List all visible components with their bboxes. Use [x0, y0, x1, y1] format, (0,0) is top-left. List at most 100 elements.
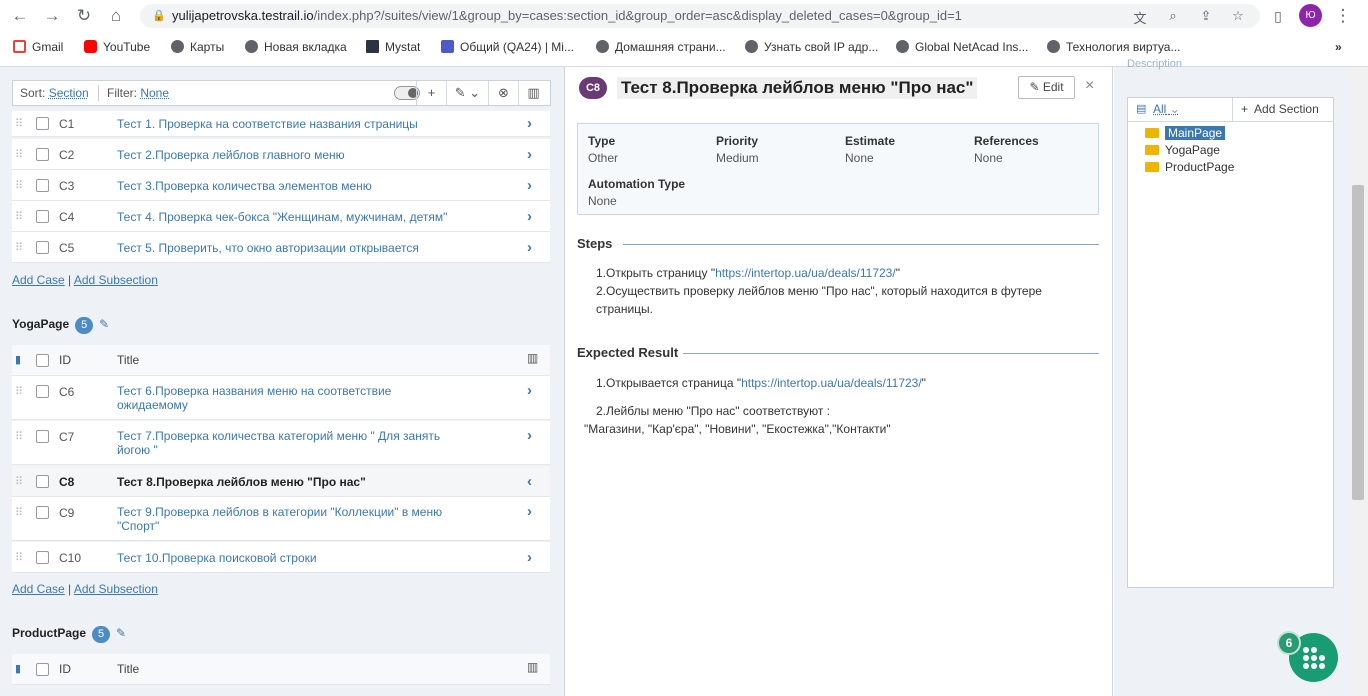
- bookmark-new-tab[interactable]: Новая вкладка: [245, 40, 347, 54]
- case-title[interactable]: Тест 5. Проверить, что окно авторизации …: [117, 241, 517, 255]
- close-icon[interactable]: ×: [1085, 77, 1094, 95]
- case-title[interactable]: Тест 2.Проверка лейблов главного меню: [117, 148, 462, 162]
- drag-handle-icon[interactable]: ⠿: [15, 179, 23, 192]
- add-subsection-link[interactable]: Add Subsection: [74, 273, 158, 287]
- tree-node-yogapage[interactable]: YogaPage: [1145, 143, 1220, 157]
- add-case-link[interactable]: Add Case: [12, 273, 65, 287]
- select-all-checkbox[interactable]: [36, 354, 49, 367]
- profile-avatar[interactable]: Ю: [1299, 4, 1322, 27]
- bookmark-virtual[interactable]: Технология виртуа...: [1047, 40, 1181, 54]
- select-all-marker-icon[interactable]: ▮: [15, 353, 21, 366]
- case-title[interactable]: Тест 4. Проверка чек-бокса "Женщинам, му…: [117, 210, 517, 224]
- column-header-title[interactable]: Title: [117, 353, 462, 367]
- bookmark-youtube[interactable]: YouTube: [84, 40, 150, 54]
- chevron-right-icon[interactable]: ›: [527, 115, 532, 132]
- bookmark-mystat[interactable]: Mystat: [366, 40, 420, 54]
- add-section-button[interactable]: + Add Section: [1241, 102, 1319, 116]
- edit-button[interactable]: ✎ Edit: [1018, 76, 1075, 99]
- chevron-left-icon[interactable]: ‹: [527, 473, 532, 490]
- drag-handle-icon[interactable]: ⠿: [15, 117, 23, 130]
- drag-handle-icon[interactable]: ⠿: [15, 148, 23, 161]
- row-checkbox[interactable]: [36, 148, 49, 161]
- url-text[interactable]: yulijapetrovska.testrail.io/index.php?/s…: [172, 8, 962, 23]
- table-row[interactable]: ⠿ C10 Тест 10.Проверка поисковой строки …: [12, 542, 550, 573]
- table-row[interactable]: ⠿ C5 Тест 5. Проверить, что окно авториз…: [12, 232, 550, 263]
- case-title[interactable]: Тест 8.Проверка лейблов меню "Про нас": [117, 475, 462, 489]
- select-all-marker-icon[interactable]: ▮: [15, 662, 21, 675]
- case-title[interactable]: Тест 3.Проверка количества элементов мен…: [117, 179, 462, 193]
- menu-kebab-icon[interactable]: ⋮: [1332, 5, 1354, 27]
- row-checkbox[interactable]: [36, 430, 49, 443]
- expected-url-link[interactable]: https://intertop.ua/ua/deals/11723/: [741, 376, 922, 390]
- chevron-right-icon[interactable]: ›: [527, 177, 532, 194]
- add-case-link[interactable]: Add Case: [12, 582, 65, 596]
- chevron-right-icon[interactable]: ›: [527, 503, 532, 520]
- case-title[interactable]: Тест 1. Проверка на соответствие названи…: [117, 117, 462, 131]
- column-header-title[interactable]: Title: [117, 662, 462, 676]
- tree-filter-dropdown[interactable]: All ⌄: [1153, 102, 1180, 116]
- select-all-checkbox[interactable]: [36, 663, 49, 676]
- case-title[interactable]: Тест 9.Проверка лейблов в категории "Кол…: [117, 505, 462, 533]
- table-row[interactable]: ⠿ C1 Тест 1. Проверка на соответствие на…: [12, 111, 550, 137]
- page-scrollbar[interactable]: [1349, 67, 1368, 696]
- table-row[interactable]: ⠿ C2 Тест 2.Проверка лейблов главного ме…: [12, 139, 550, 170]
- drag-handle-icon[interactable]: ⠿: [15, 430, 23, 443]
- table-row[interactable]: ⠿ C4 Тест 4. Проверка чек-бокса "Женщина…: [12, 201, 550, 232]
- bookmark-gmail[interactable]: Gmail: [13, 40, 63, 54]
- chevron-right-icon[interactable]: ›: [527, 382, 532, 399]
- back-icon[interactable]: ←: [9, 5, 31, 27]
- chevron-right-icon[interactable]: ›: [527, 208, 532, 225]
- drag-handle-icon[interactable]: ⠿: [15, 475, 23, 488]
- chevron-right-icon[interactable]: ›: [527, 239, 532, 256]
- row-checkbox[interactable]: [36, 475, 49, 488]
- filter-control[interactable]: Filter: None: [107, 86, 169, 100]
- column-header-id[interactable]: ID: [59, 662, 71, 676]
- add-subsection-link[interactable]: Add Subsection: [74, 582, 158, 596]
- home-icon[interactable]: ⌂: [105, 5, 127, 27]
- case-title[interactable]: Тест 10.Проверка поисковой строки: [117, 551, 462, 565]
- bookmark-star-icon[interactable]: ☆: [1228, 8, 1248, 24]
- case-title[interactable]: Тест 6.Проверка названия меню на соответ…: [117, 384, 427, 412]
- edit-dropdown-icon[interactable]: ✎ ⌄: [446, 81, 488, 105]
- table-row[interactable]: ⠿ C7 Тест 7.Проверка количества категори…: [12, 421, 550, 465]
- columns-icon[interactable]: ▥: [527, 660, 538, 674]
- row-checkbox[interactable]: [36, 241, 49, 254]
- sort-control[interactable]: Sort: Section: [20, 86, 89, 100]
- case-title[interactable]: Тест 7.Проверка количества категорий мен…: [117, 429, 457, 457]
- drag-handle-icon[interactable]: ⠿: [15, 210, 23, 223]
- edit-pencil-icon[interactable]: ✎: [116, 626, 126, 640]
- tree-filter-icon[interactable]: ▤: [1136, 102, 1146, 115]
- table-row-selected[interactable]: ⠿ C8 Тест 8.Проверка лейблов меню "Про н…: [12, 466, 550, 497]
- row-checkbox[interactable]: [36, 179, 49, 192]
- table-row[interactable]: ⠿ C3 Тест 3.Проверка количества элементо…: [12, 170, 550, 201]
- row-checkbox[interactable]: [36, 385, 49, 398]
- table-row[interactable]: ⠿ C6 Тест 6.Проверка названия меню на со…: [12, 376, 550, 420]
- tree-node-productpage[interactable]: ProductPage: [1145, 160, 1234, 174]
- row-checkbox[interactable]: [36, 551, 49, 564]
- chevron-right-icon[interactable]: ›: [527, 549, 532, 566]
- chevron-right-icon[interactable]: ›: [527, 146, 532, 163]
- row-checkbox[interactable]: [36, 117, 49, 130]
- edit-pencil-icon[interactable]: ✎: [99, 317, 109, 331]
- scrollbar-thumb[interactable]: [1352, 185, 1364, 500]
- bookmark-maps[interactable]: Карты: [171, 40, 224, 54]
- side-panel-icon[interactable]: ▯: [1267, 5, 1289, 27]
- steps-url-link[interactable]: https://intertop.ua/ua/deals/11723/: [715, 266, 896, 280]
- add-icon[interactable]: +: [416, 81, 446, 105]
- delete-icon[interactable]: ⊗: [488, 81, 518, 105]
- share-icon[interactable]: ⇪: [1196, 8, 1216, 24]
- bookmark-ip[interactable]: Узнать свой IP адр...: [745, 40, 878, 54]
- columns-icon[interactable]: ▥: [518, 81, 548, 105]
- drag-handle-icon[interactable]: ⠿: [15, 241, 23, 254]
- translate-icon[interactable]: 文: [1130, 8, 1150, 27]
- reload-icon[interactable]: ↻: [73, 5, 95, 27]
- forward-icon[interactable]: →: [41, 5, 63, 27]
- address-bar[interactable]: 🔒 yulijapetrovska.testrail.io/index.php?…: [140, 4, 1260, 28]
- drag-handle-icon[interactable]: ⠿: [15, 551, 23, 564]
- bookmark-home-page[interactable]: Домашняя страни...: [596, 40, 726, 54]
- more-bookmarks-icon[interactable]: »: [1335, 40, 1342, 54]
- chevron-right-icon[interactable]: ›: [527, 427, 532, 444]
- drag-handle-icon[interactable]: ⠿: [15, 385, 23, 398]
- column-header-id[interactable]: ID: [59, 353, 71, 367]
- tree-node-mainpage[interactable]: MainPage: [1145, 126, 1226, 140]
